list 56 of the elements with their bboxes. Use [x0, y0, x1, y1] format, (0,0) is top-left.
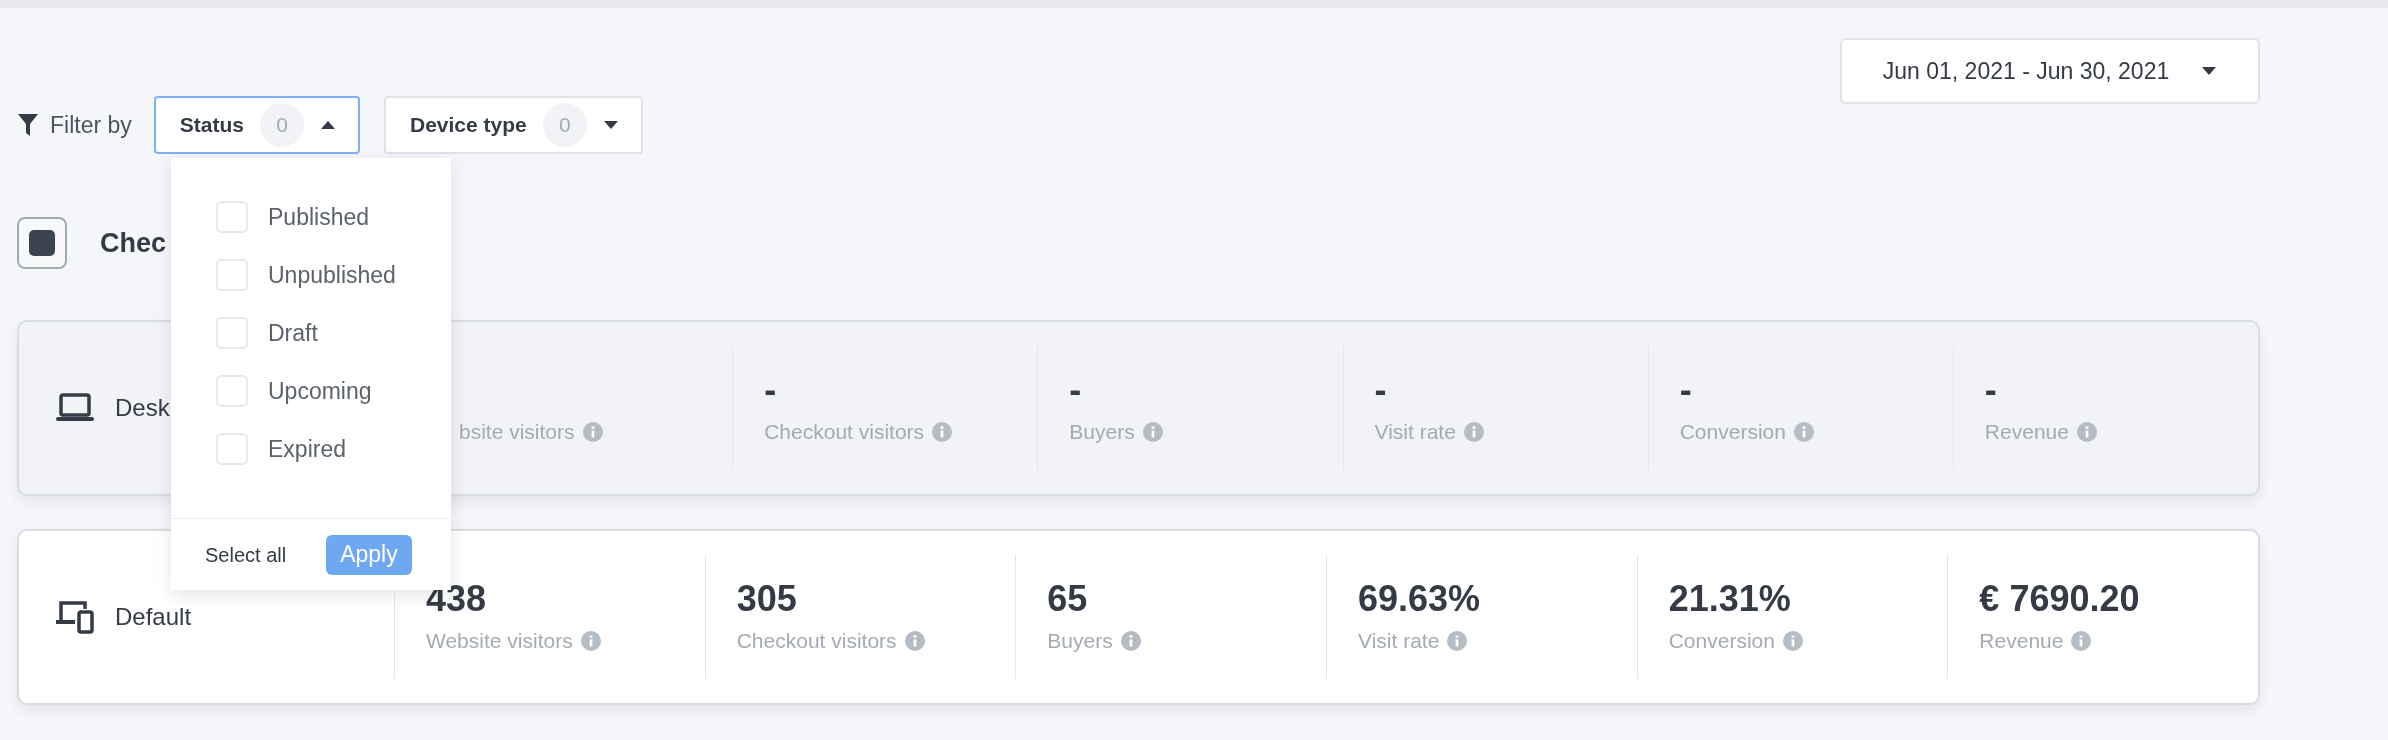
info-icon	[580, 631, 601, 651]
device-label: Default	[115, 602, 192, 632]
info-icon	[582, 422, 603, 442]
caret-icon	[320, 120, 336, 130]
metric-value: -	[1679, 368, 1693, 413]
info-icon	[1142, 422, 1163, 442]
info-icon	[2076, 422, 2097, 442]
info-icon	[1793, 422, 1814, 442]
info-icon	[904, 631, 925, 651]
count-badge: 0	[260, 103, 304, 147]
filter-icon	[18, 114, 38, 136]
filter-dropdown[interactable]: Device type 0	[384, 96, 643, 154]
metric-label: Checkout visitors	[764, 419, 925, 446]
checkbox-label: Chec	[100, 226, 167, 260]
metric-label: Revenue	[1984, 419, 2069, 446]
metric-value: -	[1069, 368, 1083, 413]
info-icon	[2071, 631, 2092, 651]
filter-dropdown[interactable]: Status 0	[153, 96, 360, 154]
metric-label: Conversion	[1668, 628, 1775, 655]
metric-value: 305	[736, 577, 798, 622]
info-icon	[1120, 631, 1141, 651]
metric-label: Revenue	[1979, 628, 2064, 655]
caret-icon	[602, 120, 619, 130]
metric-value: -	[1984, 368, 1998, 413]
option-label[interactable]: Unpublished	[268, 257, 396, 293]
metric-label: Checkout visitors	[736, 628, 897, 655]
metric-value: -	[1374, 368, 1388, 413]
metric-value: 21.31%	[1668, 577, 1792, 622]
metric-value: -	[764, 368, 778, 413]
option-label[interactable]: Draft	[268, 315, 318, 351]
count-badge: 0	[542, 103, 587, 147]
metric-label: Visit rate	[1358, 628, 1440, 655]
metric-label: Conversion	[1679, 419, 1786, 446]
metric-label: Website visitors	[426, 628, 573, 655]
filter-label: Filter by	[50, 110, 132, 140]
info-icon	[1447, 631, 1468, 651]
option-label[interactable]: Published	[268, 199, 370, 235]
devices-icon	[55, 600, 95, 634]
metric-label: bsite visitors	[459, 419, 575, 446]
caret-icon	[2201, 66, 2218, 76]
info-icon	[1782, 631, 1803, 651]
option-label[interactable]: Expired	[268, 431, 346, 467]
info-icon	[1463, 422, 1484, 442]
metric-value: € 7690.20	[1979, 577, 2141, 622]
laptop-icon	[55, 393, 95, 423]
select-all-button[interactable]: Select all	[205, 539, 287, 570]
metric-label: Buyers	[1069, 419, 1135, 446]
metric-value: 69.63%	[1358, 577, 1482, 622]
info-icon	[932, 422, 953, 442]
metric-value: 65	[1047, 577, 1089, 622]
metric-label: Visit rate	[1374, 419, 1456, 446]
checkbox[interactable]	[17, 217, 67, 269]
date-range-picker[interactable]: Jun 01, 2021 - Jun 30, 2021	[1840, 38, 2260, 104]
option-label[interactable]: Upcoming	[268, 373, 372, 409]
metric-label: Buyers	[1047, 628, 1113, 655]
device-label: Desk	[115, 393, 170, 423]
